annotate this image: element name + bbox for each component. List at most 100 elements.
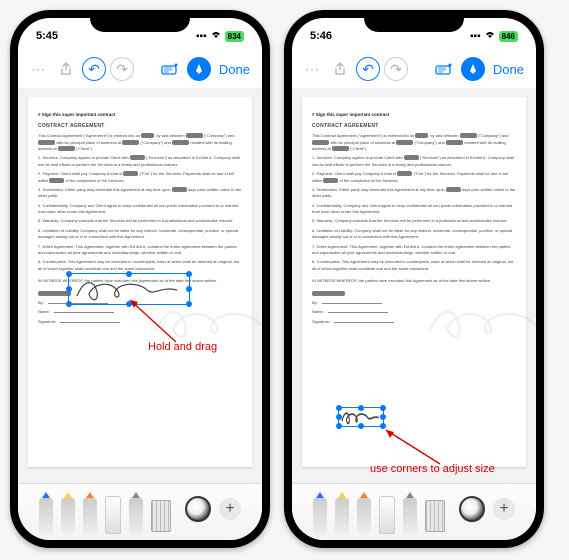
pen-tip-button[interactable]	[187, 57, 211, 81]
done-button[interactable]: Done	[215, 62, 254, 77]
intro-para: This Contract Agreement ("Agreement") is…	[38, 133, 242, 152]
status-time: 5:46	[310, 30, 332, 42]
document-area[interactable]: # Sign this super important contract CON…	[18, 89, 262, 483]
resize-handle[interactable]	[66, 301, 72, 307]
clause: 8. Counterparts. This Agreement may be e…	[312, 259, 516, 272]
clause: 7. Entire Agreement. This Agreement, tog…	[38, 244, 242, 257]
resize-handle[interactable]	[380, 414, 386, 420]
screen-left: 5:45 ▪▪▪ 834 ⋯ ↶ ↷ Done	[18, 18, 262, 540]
intro-para: This Contract Agreement ("Agreement") is…	[312, 133, 516, 152]
clause: 5. Warranty. Company warrants that the S…	[38, 218, 242, 224]
signal-icon: ▪▪▪	[196, 31, 207, 42]
signature-mark	[69, 274, 189, 304]
annotation-text: Hold and drag	[148, 341, 217, 353]
color-picker[interactable]	[185, 496, 211, 522]
clause: 6. Limitation of Liability. Company shal…	[38, 228, 242, 241]
highlighter-tool[interactable]	[335, 498, 349, 534]
battery-icon: 846	[499, 31, 518, 42]
pen-tip-button[interactable]	[461, 57, 485, 81]
markup-mode-button[interactable]	[433, 57, 457, 81]
company-name-box: Company Name	[38, 291, 71, 296]
status-right: ▪▪▪ 834	[196, 30, 244, 42]
resize-handle[interactable]	[380, 423, 386, 429]
signature-line: Signature:	[38, 319, 242, 325]
doc-heading: # Sign this super important contract	[38, 111, 242, 118]
undo-button[interactable]: ↶	[82, 57, 106, 81]
clause-list: 1. Services. Company agrees to provide C…	[312, 155, 516, 272]
resize-handle[interactable]	[186, 286, 192, 292]
wifi-icon	[210, 30, 222, 42]
doc-title: CONTRACT AGREEMENT	[312, 122, 516, 130]
document-area[interactable]: # Sign this super important contract CON…	[292, 89, 536, 483]
add-button[interactable]: +	[219, 498, 241, 520]
resize-handle[interactable]	[66, 271, 72, 277]
witness-line: IN WITNESS WHEREOF, the parties have exe…	[312, 278, 516, 284]
signature-selection[interactable]	[68, 273, 190, 305]
clause: 1. Services. Company agrees to provide C…	[312, 155, 516, 168]
doc-heading: # Sign this super important contract	[312, 111, 516, 118]
pencil-tool[interactable]	[83, 498, 97, 534]
name-line: Name:	[38, 309, 242, 315]
color-picker[interactable]	[459, 496, 485, 522]
lasso-tool[interactable]	[403, 498, 417, 534]
screen-right: 5:46 ▪▪▪ 846 ⋯ ↶ ↷ Done	[292, 18, 536, 540]
document-page: # Sign this super important contract CON…	[28, 97, 252, 467]
pen-tool[interactable]	[39, 498, 53, 534]
doc-title: CONTRACT AGREEMENT	[38, 122, 242, 130]
add-button[interactable]: +	[493, 498, 515, 520]
markup-mode-button[interactable]	[159, 57, 183, 81]
status-right: ▪▪▪ 846	[470, 30, 518, 42]
resize-handle[interactable]	[358, 423, 364, 429]
notch	[364, 10, 464, 32]
resize-handle[interactable]	[186, 271, 192, 277]
resize-handle[interactable]	[126, 271, 132, 277]
resize-handle[interactable]	[380, 405, 386, 411]
resize-handle[interactable]	[358, 405, 364, 411]
resize-handle[interactable]	[126, 301, 132, 307]
resize-handle[interactable]	[336, 423, 342, 429]
notch	[90, 10, 190, 32]
signature-line: Signature:	[312, 319, 516, 325]
resize-handle[interactable]	[336, 405, 342, 411]
redo-button[interactable]: ↷	[110, 57, 134, 81]
markup-toolbar: ⋯ ↶ ↷ Done	[292, 50, 536, 89]
ruler-tool[interactable]	[151, 500, 171, 532]
resize-handle[interactable]	[66, 286, 72, 292]
wifi-icon	[484, 30, 496, 42]
phone-right: 5:46 ▪▪▪ 846 ⋯ ↶ ↷ Done	[284, 10, 544, 548]
share-button[interactable]	[54, 57, 78, 81]
clause-list: 1. Services. Company agrees to provide C…	[38, 155, 242, 272]
more-button[interactable]: ⋯	[26, 57, 50, 81]
eraser-tool[interactable]	[105, 496, 121, 534]
more-button[interactable]: ⋯	[300, 57, 324, 81]
pencil-tool[interactable]	[357, 498, 371, 534]
battery-icon: 834	[225, 31, 244, 42]
clause: 6. Limitation of Liability. Company shal…	[312, 228, 516, 241]
resize-handle[interactable]	[336, 414, 342, 420]
redo-button[interactable]: ↷	[384, 57, 408, 81]
done-button[interactable]: Done	[489, 62, 528, 77]
signature-selection[interactable]	[338, 407, 384, 427]
markup-toolbar: ⋯ ↶ ↷ Done	[18, 50, 262, 89]
undo-button[interactable]: ↶	[356, 57, 380, 81]
highlighter-tool[interactable]	[61, 498, 75, 534]
resize-handle[interactable]	[186, 301, 192, 307]
clause: 4. Confidentiality. Company and Client a…	[38, 203, 242, 216]
company-name-box: Company Name	[312, 291, 345, 296]
clause: 1. Services. Company agrees to provide C…	[38, 155, 242, 168]
eraser-tool[interactable]	[379, 496, 395, 534]
markup-tool-bar: +	[18, 483, 262, 540]
clause: 5. Warranty. Company warrants that the S…	[312, 218, 516, 224]
clause: 3. Termination. Either party may termina…	[312, 187, 516, 200]
lasso-tool[interactable]	[129, 498, 143, 534]
signal-icon: ▪▪▪	[470, 31, 481, 42]
markup-tool-bar: +	[292, 483, 536, 540]
phone-left: 5:45 ▪▪▪ 834 ⋯ ↶ ↷ Done	[10, 10, 270, 548]
document-page: # Sign this super important contract CON…	[302, 97, 526, 467]
ruler-tool[interactable]	[425, 500, 445, 532]
pen-tool[interactable]	[313, 498, 327, 534]
annotation-text: use corners to adjust size	[370, 463, 495, 475]
clause: 3. Termination. Either party may termina…	[38, 187, 242, 200]
name-line: Name:	[312, 309, 516, 315]
share-button[interactable]	[328, 57, 352, 81]
